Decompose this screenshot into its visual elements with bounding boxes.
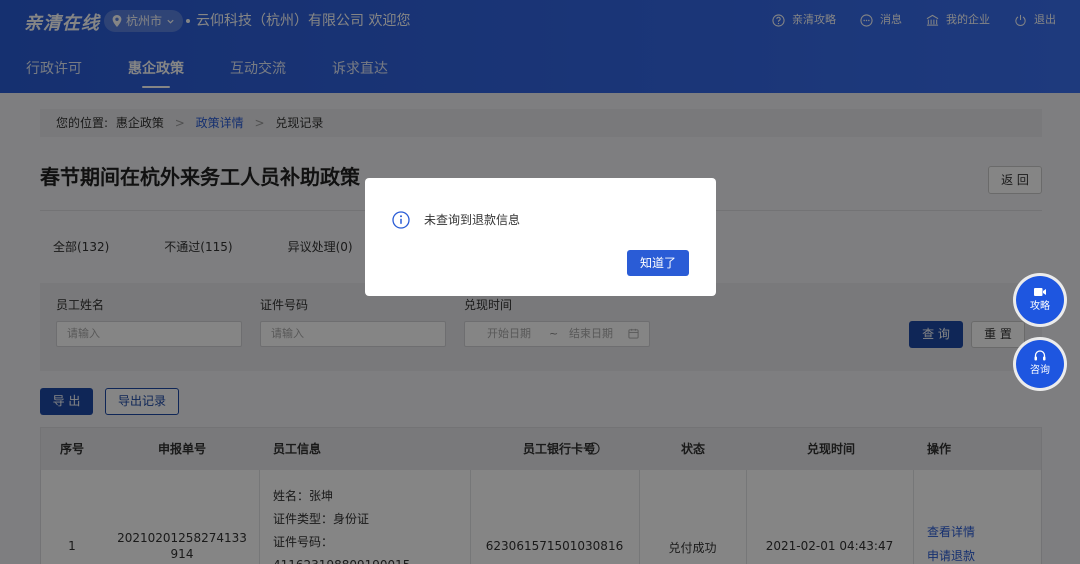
headset-icon: [1034, 350, 1046, 361]
floating-guide-button[interactable]: 攻略: [1016, 276, 1064, 324]
floating-consult-label: 咨询: [1030, 365, 1050, 376]
dialog-message: 未查询到退款信息: [424, 213, 521, 227]
video-camera-icon: [1034, 288, 1046, 296]
dialog-ok-button[interactable]: 知道了: [627, 250, 689, 276]
info-circle-icon: [392, 211, 410, 229]
floating-guide-label: 攻略: [1030, 301, 1050, 312]
info-dialog: 未查询到退款信息 知道了: [365, 178, 716, 296]
floating-consult-button[interactable]: 咨询: [1016, 340, 1064, 388]
